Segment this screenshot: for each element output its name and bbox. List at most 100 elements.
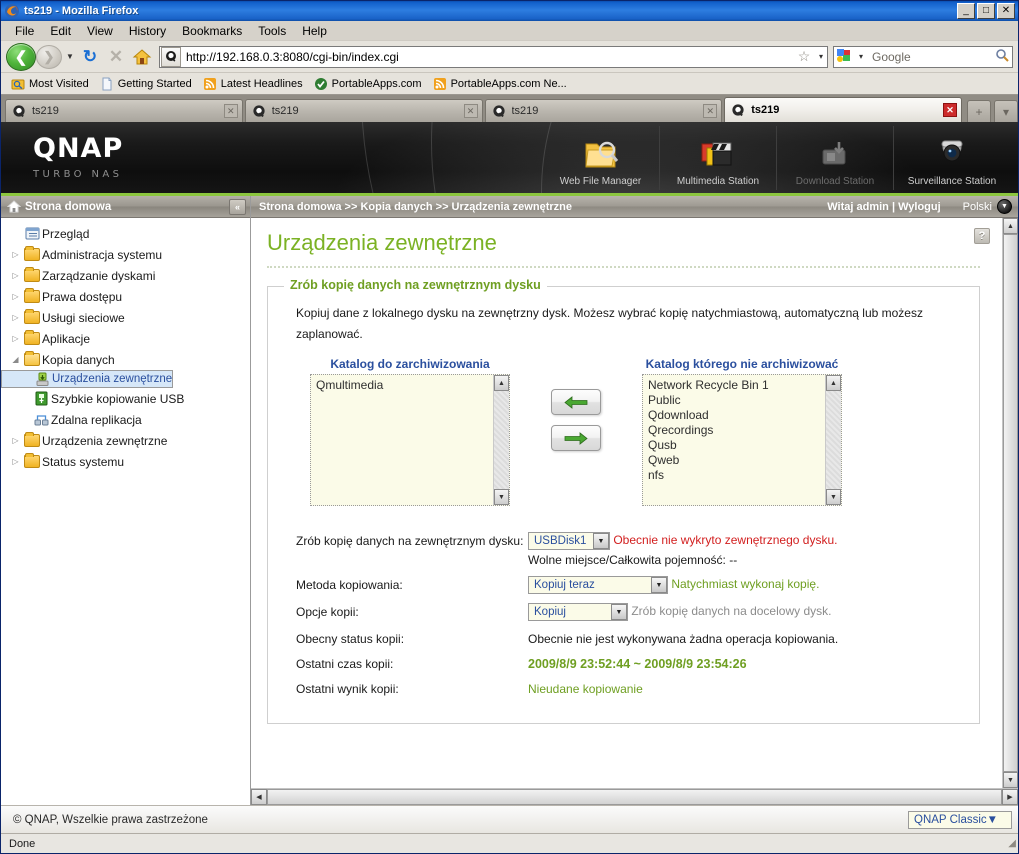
scroll-track[interactable]: [494, 391, 509, 489]
reload-icon[interactable]: ↻: [78, 45, 102, 69]
back-icon[interactable]: ❮: [6, 42, 36, 71]
forward-icon[interactable]: ❯: [36, 44, 62, 69]
scroll-down-icon[interactable]: ▼: [1003, 772, 1018, 788]
home-icon[interactable]: [130, 45, 154, 69]
new-tab-button[interactable]: +: [967, 100, 991, 122]
tab-list-dropdown-icon[interactable]: ▾: [994, 100, 1018, 122]
app-surveillance-station[interactable]: Surveillance Station: [893, 125, 1010, 190]
move-left-button[interactable]: [551, 389, 601, 415]
bookmark-star-icon[interactable]: ☆: [793, 48, 815, 65]
include-list-scrollbar[interactable]: ▲ ▼: [493, 375, 509, 505]
maximize-button[interactable]: □: [977, 3, 995, 19]
list-item[interactable]: Network Recycle Bin 1: [648, 378, 825, 393]
url-bar[interactable]: http://192.168.0.3:8080/cgi-bin/index.cg…: [159, 45, 828, 69]
google-icon[interactable]: [836, 48, 854, 66]
chevron-down-icon[interactable]: ▼: [651, 577, 667, 593]
scroll-up-icon[interactable]: ▲: [494, 375, 509, 391]
exclude-list-scrollbar[interactable]: ▲ ▼: [825, 375, 841, 505]
sidebar-item-uslugi-sieciowe[interactable]: ▷ Usługi sieciowe: [1, 307, 250, 328]
sidebar-item-przeglad[interactable]: Przegląd: [1, 223, 250, 244]
tree-twisty[interactable]: ▷: [9, 313, 22, 322]
tree-twisty[interactable]: ▷: [9, 250, 22, 259]
chevron-down-icon[interactable]: ▼: [611, 604, 627, 620]
site-identity-icon[interactable]: [161, 46, 181, 67]
sidebar-collapse-button[interactable]: «: [229, 198, 246, 215]
resize-grip-icon[interactable]: ◢: [1008, 838, 1016, 849]
list-item[interactable]: Qusb: [648, 438, 825, 453]
theme-select[interactable]: QNAP Classic ▼: [908, 810, 1012, 829]
list-item[interactable]: Qmultimedia: [316, 378, 493, 393]
scroll-up-icon[interactable]: ▲: [826, 375, 841, 391]
tab-close-icon[interactable]: ✕: [943, 103, 957, 117]
tree-twisty[interactable]: ▷: [9, 271, 22, 280]
method-select[interactable]: Kopiuj teraz ▼: [528, 576, 668, 594]
move-right-button[interactable]: [551, 425, 601, 451]
content-horizontal-scrollbar[interactable]: ◀ ▶: [251, 788, 1018, 805]
menu-tools[interactable]: Tools: [250, 22, 294, 40]
sidebar-item-prawa-dostepu[interactable]: ▷ Prawa dostępu: [1, 286, 250, 307]
search-input[interactable]: Google: [867, 50, 992, 64]
menu-edit[interactable]: Edit: [42, 22, 79, 40]
scroll-down-icon[interactable]: ▼: [826, 489, 841, 505]
list-item[interactable]: nfs: [648, 468, 825, 483]
menu-file[interactable]: File: [7, 22, 42, 40]
list-item[interactable]: Qdownload: [648, 408, 825, 423]
history-dropdown-icon[interactable]: ▼: [64, 45, 76, 69]
scroll-up-icon[interactable]: ▲: [1003, 218, 1018, 234]
user-welcome-logout[interactable]: Witaj admin | Wyloguj: [827, 201, 940, 213]
minimize-button[interactable]: _: [957, 3, 975, 19]
disk-select[interactable]: USBDisk1 ▼: [528, 532, 610, 550]
tab-3[interactable]: ts219 ✕: [484, 99, 723, 122]
sidebar-item-kopia-danych[interactable]: ◢ Kopia danych: [1, 349, 250, 370]
tab-2[interactable]: ts219 ✕: [244, 99, 483, 122]
chevron-down-icon[interactable]: ▼: [987, 814, 998, 826]
scroll-down-icon[interactable]: ▼: [494, 489, 509, 505]
bookmark-most-visited[interactable]: Most Visited: [7, 76, 93, 92]
menu-help[interactable]: Help: [294, 22, 335, 40]
tab-4-active[interactable]: ts219 ✕: [724, 97, 962, 122]
tree-twisty[interactable]: ▷: [9, 334, 22, 343]
url-text[interactable]: http://192.168.0.3:8080/cgi-bin/index.cg…: [182, 50, 793, 64]
sidebar-item-zdalna-replikacja[interactable]: Zdalna replikacja: [1, 409, 250, 430]
app-multimedia-station[interactable]: Multimedia Station: [659, 125, 776, 190]
sidebar-item-urzadzenia-zewnetrzne[interactable]: ▷ Urządzenia zewnętrzne: [1, 430, 250, 451]
tree-twisty-expanded[interactable]: ◢: [9, 355, 22, 364]
app-web-file-manager[interactable]: Web File Manager: [542, 126, 659, 190]
tab-close-icon[interactable]: ✕: [463, 104, 478, 118]
search-magnifier-icon[interactable]: [992, 48, 1012, 66]
menu-history[interactable]: History: [121, 22, 174, 40]
app-download-station[interactable]: Download Station: [776, 125, 893, 190]
tree-twisty[interactable]: ▷: [9, 292, 22, 301]
tree-twisty[interactable]: ▷: [9, 436, 22, 445]
list-item[interactable]: Qweb: [648, 453, 825, 468]
search-bar[interactable]: ▾ Google: [833, 45, 1013, 69]
bookmark-latest-headlines[interactable]: Latest Headlines: [199, 76, 307, 92]
sidebar-item-zarzadzanie-dyskami[interactable]: ▷ Zarządzanie dyskami: [1, 265, 250, 286]
tab-1[interactable]: ts219 ✕: [5, 99, 243, 122]
help-button[interactable]: ?: [974, 228, 990, 244]
scroll-thumb[interactable]: [267, 789, 1002, 805]
stop-icon[interactable]: ✕: [104, 45, 128, 69]
bookmark-portableapps-news[interactable]: PortableApps.com Ne...: [429, 76, 571, 92]
sidebar-item-szybkie-kopiowanie-usb[interactable]: Szybkie kopiowanie USB: [1, 388, 250, 409]
language-label[interactable]: Polski: [963, 201, 992, 213]
sidebar-item-urzadzenia-zewnetrzne-backup[interactable]: Urządzenia zewnętrzne: [1, 370, 174, 388]
exclude-list[interactable]: Network Recycle Bin 1 Public Qdownload Q…: [642, 374, 842, 506]
url-dropdown-icon[interactable]: ▾: [815, 45, 827, 69]
bookmark-portableapps[interactable]: PortableApps.com: [310, 76, 426, 92]
menu-view[interactable]: View: [79, 22, 121, 40]
sidebar-item-status-systemu[interactable]: ▷ Status systemu: [1, 451, 250, 472]
language-dropdown-icon[interactable]: ▼: [997, 199, 1012, 214]
sidebar-item-administracja-systemu[interactable]: ▷ Administracja systemu: [1, 244, 250, 265]
option-select[interactable]: Kopiuj ▼: [528, 603, 628, 621]
list-item[interactable]: Qrecordings: [648, 423, 825, 438]
bookmark-getting-started[interactable]: Getting Started: [96, 76, 196, 92]
scroll-left-icon[interactable]: ◀: [251, 789, 267, 805]
close-button[interactable]: ✕: [997, 3, 1015, 19]
scroll-thumb[interactable]: [1003, 234, 1018, 772]
tab-close-icon[interactable]: ✕: [703, 104, 718, 118]
list-item[interactable]: Public: [648, 393, 825, 408]
scroll-right-icon[interactable]: ▶: [1002, 789, 1018, 805]
search-engine-dropdown-icon[interactable]: ▾: [855, 45, 867, 69]
scroll-track[interactable]: [826, 391, 841, 489]
